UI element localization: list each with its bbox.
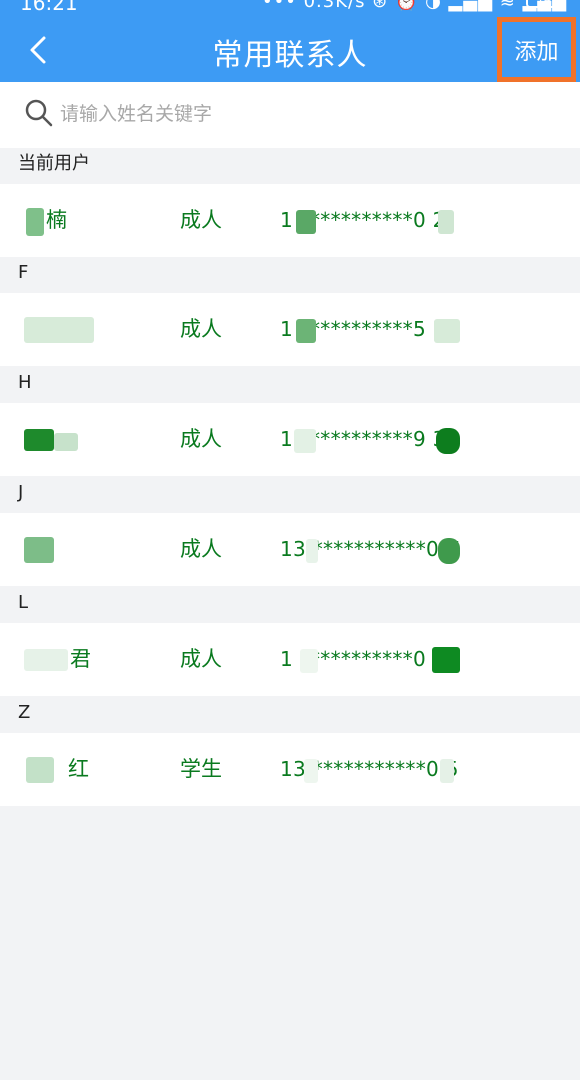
redaction-blur — [26, 757, 54, 783]
contact-name: 君 — [70, 647, 91, 671]
search-bar — [0, 82, 580, 148]
contact-name — [24, 403, 144, 476]
search-icon — [25, 99, 53, 127]
redaction-blur — [436, 428, 460, 454]
redaction-blur — [304, 759, 318, 783]
section-header-f: F — [0, 257, 580, 293]
redaction-blur — [296, 210, 316, 234]
search-input[interactable] — [60, 96, 540, 132]
contact-row[interactable]: 成人 1 ***********9 3 — [0, 403, 580, 476]
contact-row[interactable]: 君 成人 1 ***********0 — [0, 623, 580, 696]
contact-name: 红 — [68, 757, 89, 781]
section-header-current-user: 当前用户 — [0, 148, 580, 184]
redaction-blur — [438, 538, 460, 564]
battery-icon: 74 — [526, 0, 562, 8]
page-title: 常用联系人 — [212, 38, 368, 73]
contact-row[interactable]: 成人 13 ***********0 X — [0, 513, 580, 586]
redaction-blur — [296, 319, 316, 343]
section-header-z: Z — [0, 697, 580, 733]
contact-name — [24, 513, 144, 586]
status-time: 16:21 — [20, 0, 78, 14]
contact-type: 成人 — [180, 537, 222, 561]
redaction-blur — [300, 649, 318, 673]
redaction-blur — [438, 210, 454, 234]
redaction-blur — [440, 759, 454, 783]
redaction-blur — [294, 429, 316, 453]
contact-name — [24, 293, 144, 366]
contact-type: 学生 — [180, 757, 222, 781]
contact-row[interactable]: 红 学生 13 ***********0 5 — [0, 733, 580, 806]
contact-name: 楠 — [46, 208, 67, 232]
redaction-blur — [24, 649, 68, 671]
redaction-blur — [26, 208, 44, 236]
add-contact-button[interactable]: 添加 — [497, 17, 576, 82]
contact-type: 成人 — [180, 427, 222, 451]
contact-type: 成人 — [180, 647, 222, 671]
app-header: 16:21 ••• 0.3K/s ⊛ ⏰ ◑ ▂▄▆ ≋ ▂▄▆ 74 常用联系… — [0, 0, 580, 82]
contact-type: 成人 — [180, 317, 222, 341]
section-header-h: H — [0, 367, 580, 403]
contact-type: 成人 — [180, 208, 222, 232]
status-indicators: ••• 0.3K/s ⊛ ⏰ ◑ ▂▄▆ ≋ ▂▄▆ — [262, 0, 568, 12]
status-bar: 16:21 ••• 0.3K/s ⊛ ⏰ ◑ ▂▄▆ ≋ ▂▄▆ 74 — [0, 0, 580, 14]
redaction-blur — [432, 647, 460, 673]
contact-row[interactable]: 楠 成人 1 ***********0 2 — [0, 184, 580, 257]
section-header-l: L — [0, 587, 580, 623]
contact-row[interactable]: 成人 1 ***********5 2 — [0, 293, 580, 366]
redaction-blur — [306, 539, 318, 563]
section-header-j: J — [0, 477, 580, 513]
redaction-blur — [434, 319, 460, 343]
